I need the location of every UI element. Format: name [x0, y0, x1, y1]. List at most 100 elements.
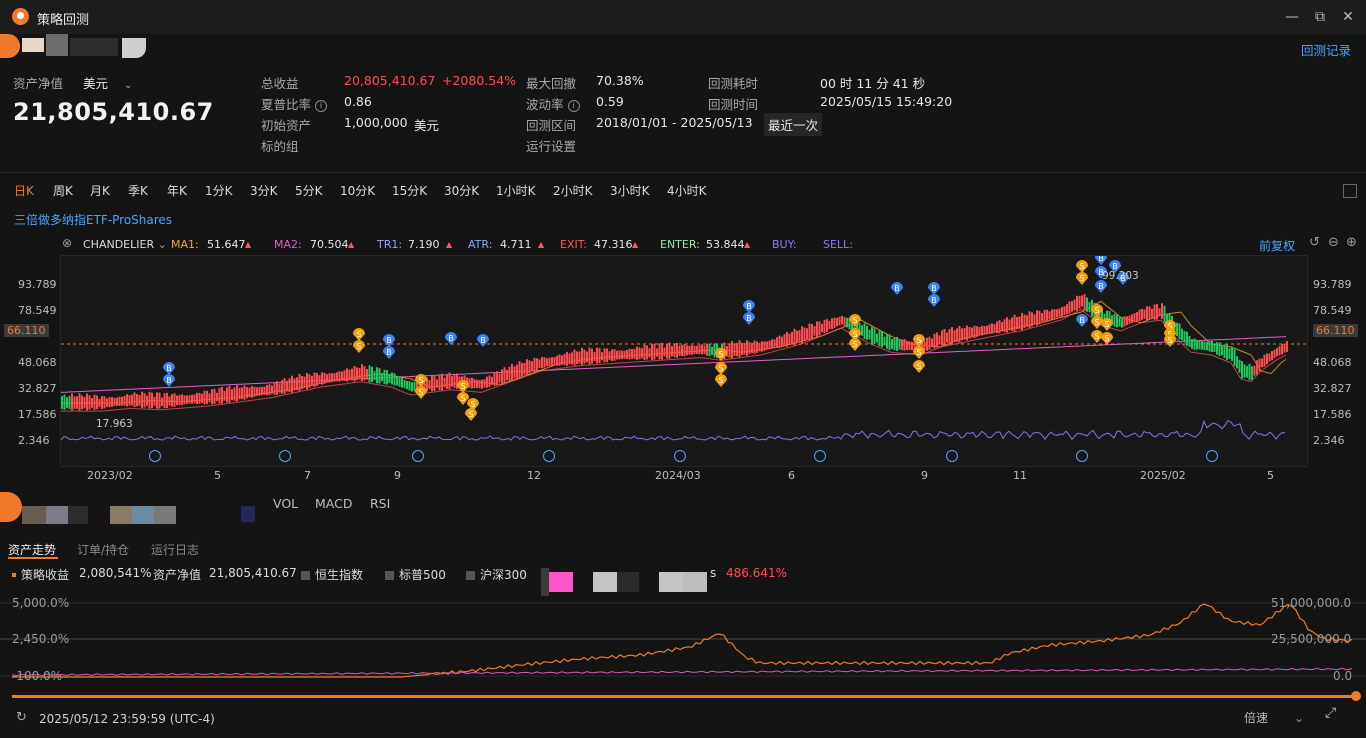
candle	[371, 366, 373, 383]
restore-button[interactable]: ⧉	[1309, 7, 1331, 27]
zoom-out-icon[interactable]: ⊖	[1328, 235, 1339, 250]
candle	[181, 394, 183, 406]
candle	[778, 335, 781, 348]
y-tick-left: 32.827	[18, 382, 57, 395]
candle	[1256, 360, 1258, 375]
equity-left-tick-bottom: -100.0%	[12, 669, 63, 683]
candle	[108, 397, 111, 408]
settings-link[interactable]: 运行设置	[526, 136, 576, 155]
svg-text:S: S	[718, 364, 723, 373]
legend-item[interactable]: 恒生指数	[301, 566, 363, 583]
candle	[186, 395, 188, 404]
period-tab[interactable]: 3小时K	[610, 182, 650, 199]
candle	[538, 359, 541, 369]
currency-select[interactable]: 美元 ⌄	[83, 73, 132, 92]
adjust-select[interactable]: 前复权	[1259, 237, 1295, 254]
close-indicator-icon[interactable]: ⊗	[62, 236, 72, 250]
candle	[406, 380, 408, 390]
playback-progress[interactable]	[12, 695, 1355, 698]
candle	[1128, 315, 1131, 324]
playback-handle[interactable]	[1351, 691, 1361, 701]
candle	[908, 341, 911, 351]
period-tab[interactable]: 1小时K	[496, 182, 536, 199]
zoom-in-icon[interactable]: ⊕	[1346, 235, 1357, 250]
event-marker-icon[interactable]	[412, 450, 424, 462]
minimize-button[interactable]: —	[1281, 7, 1303, 27]
candle	[648, 348, 651, 358]
candle	[443, 377, 446, 388]
legend-item[interactable]: 策略收益	[12, 566, 69, 583]
candle	[881, 331, 883, 348]
candle	[981, 325, 983, 336]
bottom-tab[interactable]: 资产走势	[8, 541, 56, 558]
candle	[1218, 342, 1221, 357]
candle	[996, 321, 998, 334]
sell-marker-icon: S	[849, 338, 861, 351]
period-tab[interactable]: 5分K	[295, 182, 323, 199]
candle	[823, 319, 826, 334]
kline-chart[interactable]: BBBBBBBBBBBBBBBBBSSSSSSSSSSSSSSSSSSSSSSS…	[60, 255, 1308, 467]
period-tab[interactable]: 4小时K	[667, 182, 707, 199]
subchart-rsi-button[interactable]: RSI	[370, 496, 390, 511]
bottom-tab[interactable]: 订单/持仓	[77, 541, 129, 558]
subchart-vol-button[interactable]: VOL	[273, 496, 298, 511]
subchart-macd-button[interactable]: MACD	[315, 496, 352, 511]
candle	[541, 356, 543, 369]
period-tab[interactable]: 30分K	[444, 182, 479, 199]
fullscreen-icon[interactable]: ⤢	[1325, 705, 1336, 721]
candle	[263, 386, 266, 395]
speed-select[interactable]: 倍速 ⌄	[1244, 709, 1304, 726]
candle	[613, 349, 616, 361]
info-icon[interactable]: i	[315, 100, 327, 112]
period-tab[interactable]: 15分K	[392, 182, 427, 199]
event-marker-icon[interactable]	[1206, 450, 1218, 462]
history-link[interactable]: 回测记录	[1301, 40, 1351, 59]
equity-left-tick-top: 5,000.0%	[12, 596, 70, 610]
period-tab[interactable]: 2小时K	[553, 182, 593, 199]
candle	[433, 375, 436, 391]
candle	[791, 331, 793, 345]
legend-item[interactable]: 沪深300	[466, 566, 527, 583]
instrument-name[interactable]: 三倍做多纳指ETF-ProShares	[14, 211, 172, 228]
candle	[628, 348, 631, 360]
candle	[641, 348, 643, 359]
candle	[821, 323, 823, 333]
event-marker-icon[interactable]	[1076, 450, 1088, 462]
event-marker-icon[interactable]	[543, 450, 555, 462]
event-marker-icon[interactable]	[279, 450, 291, 462]
candle	[88, 395, 91, 410]
refresh-icon[interactable]: ↻	[16, 710, 27, 725]
svg-text:S: S	[356, 342, 361, 351]
candle	[1248, 363, 1251, 381]
candle	[843, 317, 846, 326]
event-marker-icon[interactable]	[946, 450, 958, 462]
bottom-tab[interactable]: 运行日志	[151, 541, 199, 558]
candle	[663, 347, 666, 357]
event-marker-icon[interactable]	[149, 450, 161, 462]
candle	[226, 387, 228, 403]
candle	[386, 370, 388, 385]
layout-icon[interactable]	[1343, 184, 1357, 198]
period-tab[interactable]: 3分K	[250, 182, 278, 199]
close-button[interactable]: ✕	[1337, 7, 1359, 27]
period-tab[interactable]: 季K	[128, 182, 148, 199]
period-tab[interactable]: 日K	[14, 182, 34, 199]
period-tab[interactable]: 月K	[90, 182, 110, 199]
period-tab[interactable]: 周K	[53, 182, 73, 199]
indicator-select[interactable]: CHANDELIER ⌄	[83, 238, 167, 251]
candle	[976, 326, 978, 337]
event-marker-icon[interactable]	[814, 450, 826, 462]
undo-icon[interactable]: ↺	[1309, 235, 1320, 250]
equity-chart[interactable]	[0, 595, 1366, 687]
svg-text:B: B	[166, 376, 172, 385]
period-tab[interactable]: 10分K	[340, 182, 375, 199]
candle	[316, 373, 318, 386]
period-tab[interactable]: 年K	[167, 182, 187, 199]
latest-button[interactable]: 最近一次	[764, 113, 823, 136]
legend-item[interactable]: 资产净值	[153, 566, 201, 583]
x-tick: 12	[527, 469, 541, 482]
period-tab[interactable]: 1分K	[205, 182, 233, 199]
event-marker-icon[interactable]	[674, 450, 686, 462]
info-icon[interactable]: i	[567, 100, 580, 112]
legend-item[interactable]: 标普500	[385, 566, 446, 583]
